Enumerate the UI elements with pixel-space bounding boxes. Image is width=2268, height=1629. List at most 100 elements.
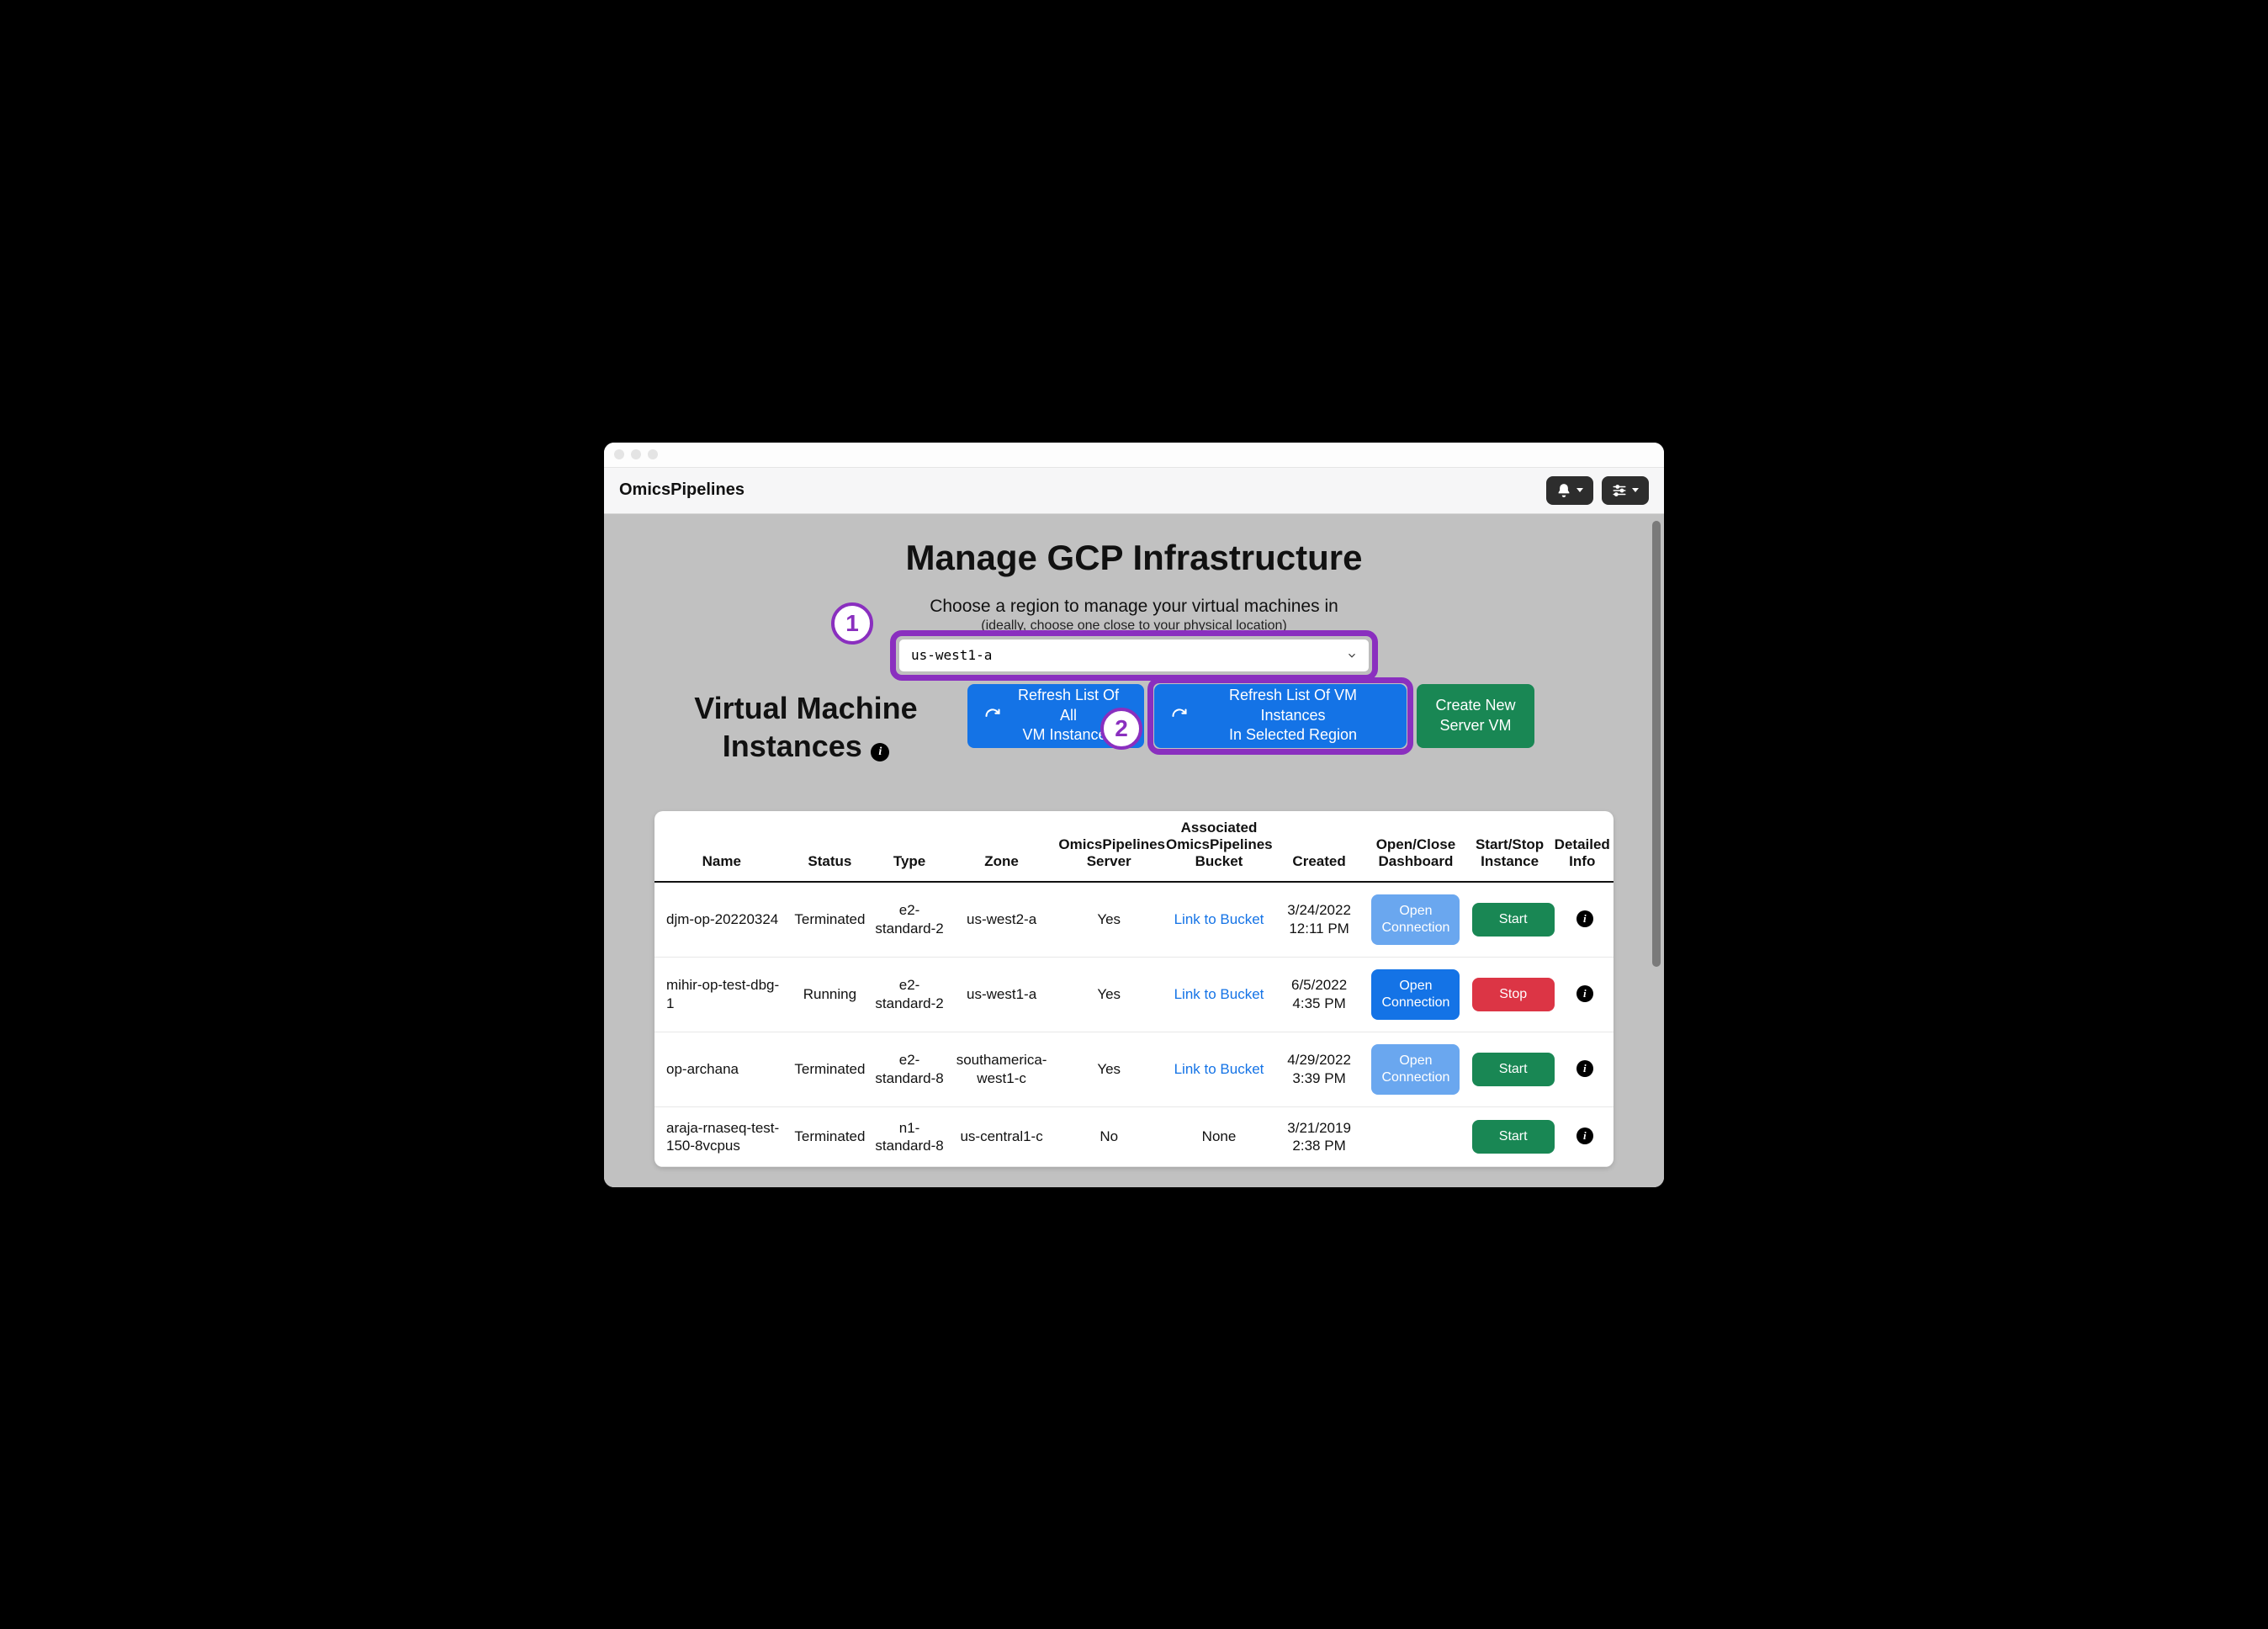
vm-heading-line1: Virtual Machine (694, 689, 917, 727)
start-instance-button[interactable]: Start (1472, 1053, 1555, 1086)
page-title: Manage GCP Infrastructure (654, 538, 1614, 578)
table-row: mihir-op-test-dbg-1Runninge2-standard-2u… (654, 957, 1614, 1032)
bucket-link[interactable]: Link to Bucket (1174, 986, 1264, 1002)
button-label: Create NewServer VM (1435, 696, 1515, 735)
cell-info: i (1551, 957, 1614, 1032)
open-connection-button-disabled: OpenConnection (1371, 1044, 1460, 1095)
table-row: araja-rnaseq-test-150-8vcpusTerminatedn1… (654, 1106, 1614, 1167)
app-window: OmicsPipelines 1 2 Manage GCP Infrastruc… (604, 443, 1664, 1187)
cell-name: araja-rnaseq-test-150-8vcpus (654, 1106, 789, 1167)
col-header-server: OmicsPipelines Server (1055, 811, 1163, 882)
col-header-startstop: Start/Stop Instance (1469, 811, 1551, 882)
info-icon[interactable]: i (1576, 910, 1593, 927)
cell-dashboard: OpenConnection (1363, 882, 1468, 958)
window-maximize-icon[interactable] (648, 449, 658, 459)
cell-name: djm-op-20220324 (654, 882, 789, 958)
cell-server: No (1055, 1106, 1163, 1167)
cell-name: op-archana (654, 1032, 789, 1106)
cell-type: e2-standard-2 (871, 957, 947, 1032)
cell-dashboard (1363, 1106, 1468, 1167)
window-close-icon[interactable] (614, 449, 624, 459)
create-server-vm-button[interactable]: Create NewServer VM (1417, 684, 1534, 748)
col-header-info: Detailed Info (1551, 811, 1614, 882)
col-header-status: Status (789, 811, 872, 882)
cell-info: i (1551, 1106, 1614, 1167)
annotation-step-1: 1 (831, 602, 873, 645)
cell-created: 4/29/20223:39 PM (1275, 1032, 1363, 1106)
cell-name: mihir-op-test-dbg-1 (654, 957, 789, 1032)
refresh-icon (984, 708, 1001, 724)
scrollbar-track[interactable] (1654, 517, 1662, 1184)
table-row: djm-op-20220324Terminatede2-standard-2us… (654, 882, 1614, 958)
button-label: Refresh List Of VM InstancesIn Selected … (1196, 686, 1390, 745)
cell-zone: us-west2-a (948, 882, 1056, 958)
info-icon[interactable]: i (1576, 1128, 1593, 1144)
scrollbar-thumb[interactable] (1652, 521, 1661, 967)
bucket-none: None (1202, 1128, 1237, 1144)
cell-bucket: Link to Bucket (1163, 957, 1275, 1032)
bucket-link[interactable]: Link to Bucket (1174, 1061, 1264, 1077)
col-header-type: Type (871, 811, 947, 882)
stop-instance-button[interactable]: Stop (1472, 978, 1555, 1011)
caret-down-icon (1576, 488, 1583, 492)
cell-startstop: Stop (1469, 957, 1551, 1032)
info-icon[interactable]: i (1576, 985, 1593, 1002)
top-navbar: OmicsPipelines (604, 468, 1664, 514)
top-actions (1546, 476, 1649, 505)
caret-down-icon (1632, 488, 1639, 492)
settings-button[interactable] (1602, 476, 1649, 505)
cell-startstop: Start (1469, 882, 1551, 958)
col-header-created: Created (1275, 811, 1363, 882)
notifications-button[interactable] (1546, 476, 1593, 505)
start-instance-button[interactable]: Start (1472, 903, 1555, 937)
cell-type: e2-standard-2 (871, 882, 947, 958)
region-select-container: us-west1-a (898, 639, 1370, 672)
sliders-icon (1612, 483, 1627, 498)
region-prompt: Choose a region to manage your virtual m… (654, 597, 1614, 617)
cell-zone: us-central1-c (948, 1106, 1056, 1167)
table-header-row: Name Status Type Zone OmicsPipelines Ser… (654, 811, 1614, 882)
region-select[interactable]: us-west1-a (898, 639, 1370, 672)
info-icon[interactable]: i (871, 743, 889, 761)
open-connection-button[interactable]: OpenConnection (1371, 969, 1460, 1020)
window-minimize-icon[interactable] (631, 449, 641, 459)
annotation-step-2: 2 (1100, 708, 1142, 750)
cell-dashboard: OpenConnection (1363, 957, 1468, 1032)
cell-created: 3/24/202212:11 PM (1275, 882, 1363, 958)
cell-startstop: Start (1469, 1032, 1551, 1106)
col-header-dashboard: Open/Close Dashboard (1363, 811, 1468, 882)
vm-heading-block: Virtual Machine Instances i (654, 684, 957, 765)
cell-zone: southamerica-west1-c (948, 1032, 1056, 1106)
cell-created: 6/5/20224:35 PM (1275, 957, 1363, 1032)
cell-created: 3/21/20192:38 PM (1275, 1106, 1363, 1167)
vm-heading-line2: Instances (723, 727, 862, 765)
info-icon[interactable]: i (1576, 1060, 1593, 1077)
refresh-region-vms-button[interactable]: Refresh List Of VM InstancesIn Selected … (1154, 684, 1407, 748)
cell-info: i (1551, 882, 1614, 958)
vm-instances-table: Name Status Type Zone OmicsPipelines Ser… (654, 811, 1614, 1168)
cell-bucket: Link to Bucket (1163, 882, 1275, 958)
window-titlebar (604, 443, 1664, 468)
bell-icon (1556, 483, 1571, 498)
cell-status: Terminated (789, 1106, 872, 1167)
col-header-name: Name (654, 811, 789, 882)
refresh-icon (1171, 708, 1188, 724)
main-content: 1 2 Manage GCP Infrastructure Choose a r… (604, 514, 1664, 1187)
cell-status: Terminated (789, 882, 872, 958)
start-instance-button[interactable]: Start (1472, 1120, 1555, 1154)
refresh-region-container: Refresh List Of VM InstancesIn Selected … (1154, 684, 1407, 748)
cell-startstop: Start (1469, 1106, 1551, 1167)
cell-info: i (1551, 1032, 1614, 1106)
cell-bucket: Link to Bucket (1163, 1032, 1275, 1106)
cell-server: Yes (1055, 882, 1163, 958)
bucket-link[interactable]: Link to Bucket (1174, 911, 1264, 927)
cell-status: Running (789, 957, 872, 1032)
cell-type: e2-standard-8 (871, 1032, 947, 1106)
col-header-zone: Zone (948, 811, 1056, 882)
table-row: op-archanaTerminatede2-standard-8southam… (654, 1032, 1614, 1106)
cell-bucket: None (1163, 1106, 1275, 1167)
cell-server: Yes (1055, 1032, 1163, 1106)
cell-dashboard: OpenConnection (1363, 1032, 1468, 1106)
cell-type: n1-standard-8 (871, 1106, 947, 1167)
cell-zone: us-west1-a (948, 957, 1056, 1032)
